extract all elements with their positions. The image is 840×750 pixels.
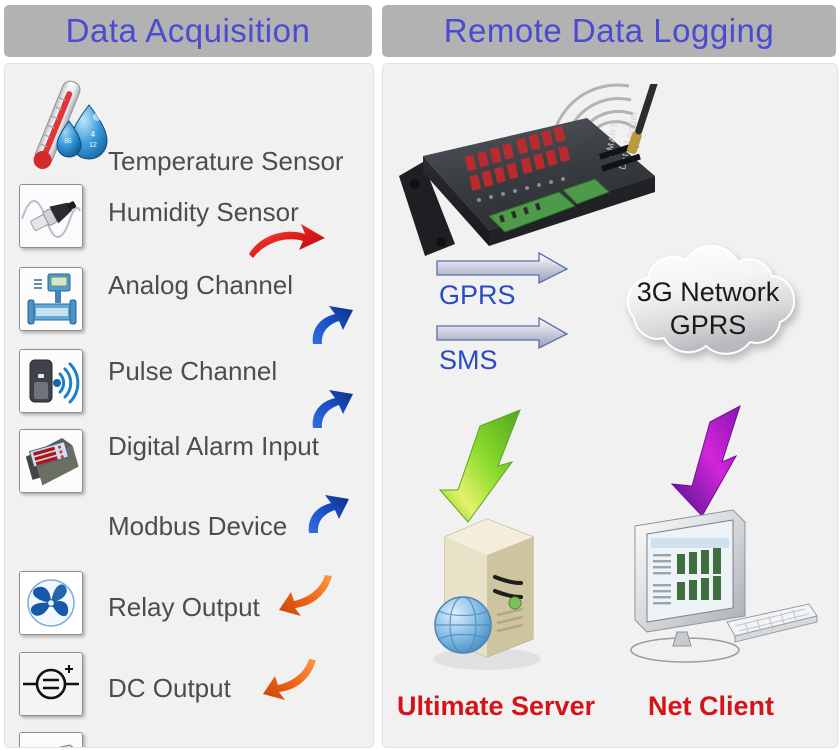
fan-icon [19,571,83,635]
network-cloud: 3G Network GPRS [588,242,828,374]
svg-text:85: 85 [64,138,72,145]
cloud-line-1: 3G Network [636,277,780,307]
left-panel-title: Data Acquisition [65,12,311,49]
analog-sensor-icon [19,184,83,248]
sms-label: SMS [439,345,498,375]
acquisition-label-dc-output: DC Output [108,673,231,703]
acquisition-label-temperature-sensor: Temperature Sensor [108,146,344,176]
output-arrow-orange-dc [261,656,321,711]
right-panel-header: Remote Data Logging [382,5,836,57]
server-tower-icon [433,518,541,670]
acquisition-label-pulse-channel: Pulse Channel [108,356,278,386]
remote-data-logging-panel: SMART Data Logger GPRS SMS 3G Network GP… [382,63,838,748]
client-caption: Net Client [648,691,775,721]
data-acquisition-panel: 4 12 85 Temperature Sensor Humidity Sens… [4,63,374,748]
plc-icon [19,732,83,747]
left-panel-header: Data Acquisition [4,5,372,57]
output-arrow-orange-relay [277,572,337,627]
acquisition-label-digital-alarm-input: Digital Alarm Input [108,431,319,461]
cloud-line-2: GPRS [669,309,747,340]
acquisition-label-analog-channel: Analog Channel [108,270,294,300]
input-arrow-blue-pulse [305,300,357,357]
gprs-label: GPRS [439,280,516,310]
server-caption: Ultimate Server [397,691,596,721]
flowmeter-icon [19,267,83,331]
thermometer-icon: 4 12 85 [17,77,109,173]
svg-text:4: 4 [91,130,96,139]
diagram-root: Data Acquisition 4 12 85 Temperature Sen… [0,0,840,750]
acquisition-label-modbus-device: Modbus Device [108,511,288,541]
svg-text:12: 12 [89,142,97,149]
panel-meter-icon [19,429,83,493]
input-arrow-blue-modbus [301,489,353,546]
desktop-monitor-icon [630,509,818,663]
dc-source-icon [19,652,83,716]
right-panel-title: Remote Data Logging [443,12,775,49]
sensor-arrow-red [243,222,329,273]
acquisition-label-relay-output: Relay Output [108,592,260,622]
motion-detector-icon [19,349,83,413]
